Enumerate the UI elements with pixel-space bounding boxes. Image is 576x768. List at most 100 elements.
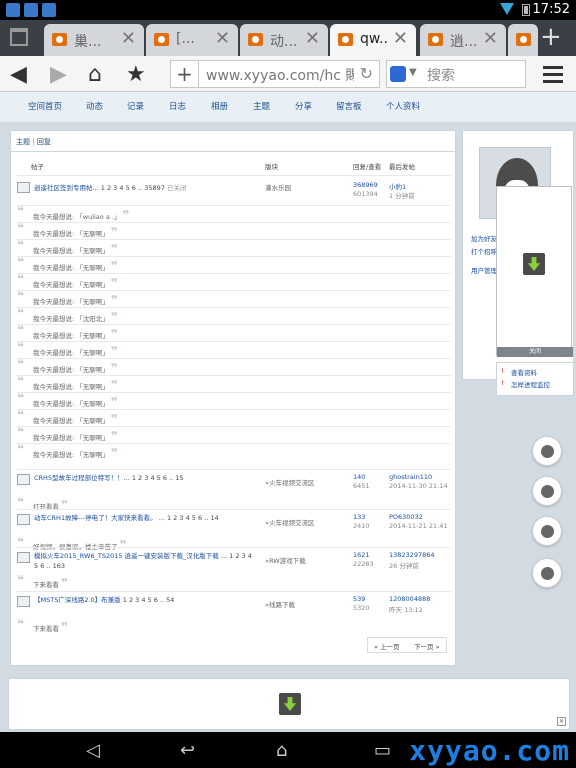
divider [17,222,451,223]
recent-apps-icon[interactable]: ▭ [374,740,391,761]
menu-icon[interactable] [543,66,563,87]
download-icon[interactable] [279,693,301,715]
quote-open-icon: ❝ [17,272,25,286]
topic-icon [17,514,30,525]
nav-link[interactable]: 主题 [253,100,270,112]
quote-open-icon: ❝ [17,340,25,354]
quote-open-icon: ❝ [17,425,25,439]
refresh-float-button[interactable] [532,436,562,466]
divider [17,409,451,410]
nav-link[interactable]: 记录 [127,100,144,112]
divider [17,358,451,359]
tab-bar: 巢...✕ [...✕ 动...✕ qw...✕ 逍...✕ + [0,20,576,56]
back-icon[interactable]: ◀ [10,62,27,87]
close-tab-icon[interactable]: ✕ [393,28,408,49]
nav-link[interactable]: 空间首页 [28,100,62,112]
close-button[interactable]: 关闭 [497,347,573,357]
user-manage-link[interactable]: 用户管理 [471,265,497,275]
quote-open-icon: ❝ [17,238,25,252]
quote-close-icon: ❞ [119,538,127,552]
reply-row: ❝ 我今天最想说: 「无聊啊」 ❞ [17,442,118,460]
tab[interactable]: 巢... ✕ [44,24,144,56]
close-tab-icon[interactable]: ✕ [215,28,230,49]
notification-icon [24,3,38,17]
quote-open-icon: ❝ [17,374,25,388]
tab-active[interactable]: qw...✕ [330,24,416,56]
close-icon[interactable]: ✕ [557,717,566,726]
quote-close-icon: ❞ [110,429,118,443]
alert-icon: ! [501,367,504,375]
home-nav-icon[interactable]: ⌂ [276,740,287,761]
search-input[interactable]: ▼ 搜索 [386,60,526,88]
nav-link[interactable]: 个人资料 [386,100,420,112]
quote-open-icon: ❝ [17,255,25,269]
quote-open-icon: ❝ [17,495,25,509]
quote-open-icon: ❝ [17,357,25,371]
bookmark-star-icon[interactable]: ★ [126,62,146,87]
nav-link[interactable]: 留言板 [336,100,362,112]
forward-icon[interactable]: ▶ [50,62,67,87]
quote-close-icon: ❞ [110,225,118,239]
table-row: 【MSTS广深线路2.0】布兼版 1 2 3 4 5 6 .. 54 »线路下载 5… [17,595,431,634]
divider [17,375,451,376]
quote-open-icon: ❝ [17,323,25,337]
nav-link[interactable]: 动态 [86,100,103,112]
add-friend-link[interactable]: 加为好友 [471,233,497,243]
divider [17,205,451,206]
new-tab-icon[interactable]: + [540,22,562,52]
download-icon[interactable] [523,253,545,275]
search-engine-icon[interactable] [390,66,406,82]
reply-row: ❝ 我今天最想说: 「无聊啊」 ❞ [17,425,118,443]
back-float-button[interactable] [532,516,562,546]
site-favicon-icon [154,33,169,46]
chevron-down-icon[interactable]: ▼ [409,67,417,78]
next-page-link[interactable]: 下一页 » [414,641,440,651]
tab[interactable]: 动... ✕ [240,24,328,56]
column-header-topic: 帖子 [31,163,44,171]
column-header-forum: 版块 [265,163,278,171]
system-nav-bar: ◁ ↩ ⌂ ▭ xyyao.com [0,732,576,768]
tab[interactable] [508,24,538,56]
reload-icon[interactable]: ↻ [360,64,373,83]
quote-close-icon: ❞ [122,208,130,222]
reply-row: ❝ 我今天最想说: 「无聊啊」 ❞ [17,391,118,409]
quote-close-icon: ❞ [110,242,118,256]
umbrella-float-button[interactable] [532,558,562,588]
quote-close-icon: ❞ [110,361,118,375]
quote-close-icon: ❞ [110,293,118,307]
quote-close-icon: ❞ [110,412,118,426]
url-input[interactable]: + www.xyyao.com/hc 賜 ↻ [170,60,380,88]
column-header-last: 最后发帖 [389,163,415,171]
site-favicon-icon [52,33,67,46]
status-bar: 17:52 [0,0,576,20]
close-tab-icon[interactable]: ✕ [305,28,320,49]
tab[interactable]: 逍... ✕ [420,24,506,56]
back-nav-icon[interactable]: ↩ [180,740,195,761]
divider [17,256,451,257]
fullscreen-float-button[interactable] [532,476,562,506]
add-icon[interactable]: + [171,61,199,87]
web-viewport: 空间首页 动态 记录 日志 相册 主题 分享 留言板 个人资料 主题 | 回复 … [0,92,576,732]
quote-open-icon: ❝ [17,617,25,631]
greet-link[interactable]: 打个招呼 [471,246,497,256]
volume-icon[interactable]: ◁ [86,740,100,761]
nav-link[interactable]: 分享 [295,100,312,112]
trash-icon[interactable] [10,28,28,46]
divider [17,443,451,444]
quote-open-icon: ❝ [17,289,25,303]
divider [11,151,455,152]
nav-link[interactable]: 日志 [169,100,186,112]
reply-row: ❝ 我今天最想说: 「无聊啊」 ❞ [17,238,118,256]
divider [17,324,451,325]
table-row: 模拟火车2015_RW6_TS2015 逍遥一键安装版下载_汉化版下载 ... … [17,551,435,590]
quote-close-icon: ❞ [110,446,118,460]
close-tab-icon[interactable]: ✕ [483,28,498,49]
prev-page-link[interactable]: « 上一页 [374,641,400,651]
tab[interactable]: [... ✕ [146,24,238,56]
notification-icon [6,3,20,17]
close-tab-icon[interactable]: ✕ [121,28,136,49]
quote-close-icon: ❞ [110,395,118,409]
home-icon[interactable]: ⌂ [88,62,102,87]
nav-link[interactable]: 相册 [211,100,228,112]
reply-row: ❝ 我今天最想说: 「wuliao a .」 ❞ [17,204,130,222]
